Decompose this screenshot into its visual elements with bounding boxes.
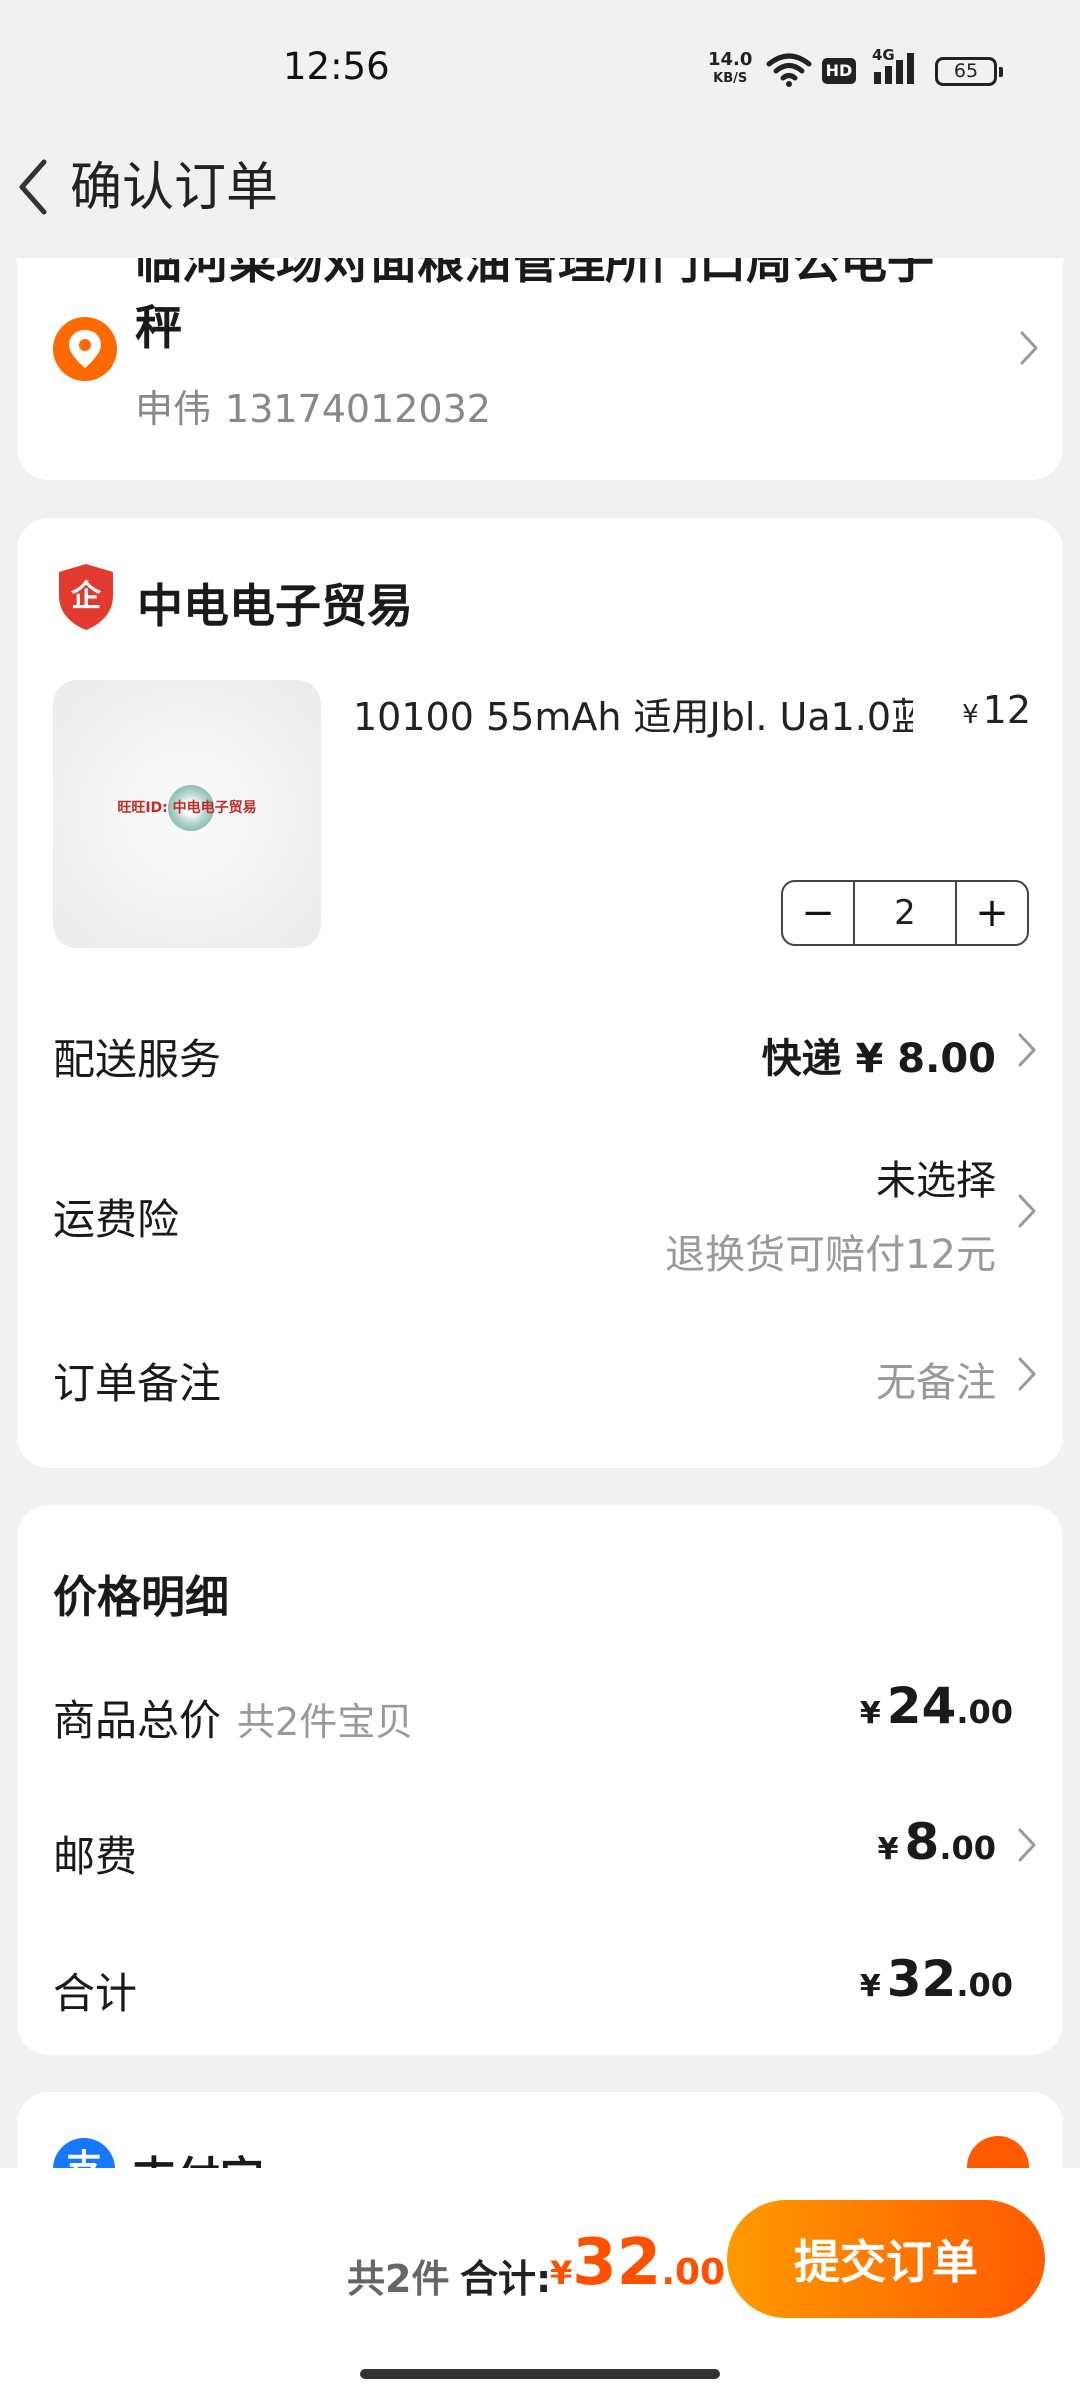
- goods-total-label: 商品总价: [53, 1696, 222, 1745]
- address-card[interactable]: 临河菜场对面粮油管理所门口周公电子秤 申伟 13174012032: [17, 258, 1063, 480]
- shipping-symbol: ¥: [877, 1832, 899, 1867]
- increase-button[interactable]: +: [957, 882, 1027, 944]
- item-price-value: 12: [982, 688, 1031, 732]
- total-amount-bottom: ¥32.00: [550, 2226, 725, 2300]
- total-label: 合计: [53, 1969, 138, 2018]
- location-pin-icon: [53, 317, 117, 381]
- submit-order-button[interactable]: 提交订单: [727, 2200, 1045, 2318]
- home-indicator[interactable]: [360, 2369, 720, 2379]
- contact-name: 申伟: [135, 387, 212, 431]
- thumbnail-watermark: 旺旺ID: 中电电子贸易: [117, 800, 257, 816]
- shop-icon-char: 企: [71, 579, 102, 614]
- network-speed-value: 14.0: [708, 49, 753, 70]
- delivery-label: 配送服务: [53, 1035, 222, 1084]
- insurance-label: 运费险: [53, 1195, 180, 1244]
- shipping-value[interactable]: ¥8.00: [878, 1813, 996, 1871]
- shipping-label: 邮费: [53, 1832, 138, 1881]
- shipping-dec: .00: [939, 1829, 996, 1867]
- insurance-value[interactable]: 未选择: [876, 1148, 996, 1206]
- wifi-icon: [766, 53, 812, 87]
- total-label-bottom: 合计:: [460, 2257, 552, 2301]
- price-detail-card: 价格明细 商品总价 共2件宝贝 ¥24.00 邮费 ¥8.00 合计 ¥32.00: [17, 1505, 1063, 2055]
- goods-count-note: 共2件宝贝: [237, 1700, 414, 1744]
- page-title: 确认订单: [70, 158, 279, 218]
- network-speed-unit: KB/S: [713, 71, 748, 86]
- network-speed: 14.0 KB/S: [708, 50, 752, 88]
- item-title[interactable]: 10100 55mAh 适用Jbl. Ua1.0蓝: [353, 686, 913, 741]
- shop-card: 企 中电电子贸易 旺旺ID: 中电电子贸易 10100 55mAh 适用Jbl.…: [17, 518, 1063, 1468]
- address-text: 临河菜场对面粮油管理所门口周公电子秤: [135, 258, 934, 356]
- chevron-right-icon: [1020, 331, 1038, 365]
- goods-total-value: ¥24.00: [860, 1677, 1013, 1735]
- chevron-right-icon: [1018, 1828, 1036, 1862]
- price-detail-title: 价格明细: [53, 1572, 229, 1623]
- goods-total-symbol: ¥: [859, 1696, 881, 1731]
- item-price: ¥12: [962, 688, 1031, 732]
- item-thumbnail[interactable]: 旺旺ID: 中电电子贸易: [53, 680, 321, 948]
- status-bar: 12:56 14.0 KB/S HD 4G 65: [0, 0, 1080, 140]
- address-contact: 申伟 13174012032: [135, 378, 491, 433]
- total-value: ¥32.00: [860, 1950, 1013, 2008]
- insurance-note: 退换货可赔付12元: [665, 1232, 996, 1278]
- shop-name[interactable]: 中电电子贸易: [137, 570, 413, 636]
- decrease-button[interactable]: −: [783, 882, 853, 944]
- bottom-bar: 共2件 合计: ¥32.00 提交订单: [0, 2168, 1080, 2400]
- total-symbol: ¥: [859, 1969, 881, 2004]
- delivery-value[interactable]: 快递 ¥ 8.00: [762, 1026, 996, 1084]
- status-time: 12:56: [283, 45, 390, 88]
- back-arrow-icon[interactable]: [14, 152, 54, 222]
- total-bottom-dec: .00: [661, 2252, 726, 2293]
- chevron-right-icon: [1018, 1033, 1036, 1067]
- item-count: 共2件: [347, 2257, 450, 2301]
- goods-total-row: 商品总价 共2件宝贝: [53, 1687, 413, 1748]
- remark-value[interactable]: 无备注: [876, 1350, 996, 1408]
- chevron-right-icon: [1018, 1194, 1036, 1228]
- contact-phone: 13174012032: [225, 387, 491, 431]
- hd-icon: HD: [822, 58, 856, 84]
- shipping-int: 8: [904, 1813, 940, 1871]
- remark-label: 订单备注: [53, 1359, 222, 1408]
- item-price-symbol: ¥: [962, 700, 979, 730]
- total-int: 32: [886, 1950, 957, 2008]
- battery-icon: 65: [935, 57, 1003, 86]
- total-bottom-int: 32: [572, 2226, 662, 2300]
- enterprise-shield-icon: 企: [59, 564, 113, 630]
- chevron-right-icon: [1018, 1357, 1036, 1391]
- goods-total-int: 24: [886, 1677, 957, 1735]
- quantity-stepper: − 2 +: [781, 880, 1029, 946]
- total-dec: .00: [956, 1966, 1013, 2004]
- goods-total-dec: .00: [956, 1693, 1013, 1731]
- quantity-value[interactable]: 2: [853, 882, 957, 944]
- total-bottom-symbol: ¥: [550, 2254, 573, 2292]
